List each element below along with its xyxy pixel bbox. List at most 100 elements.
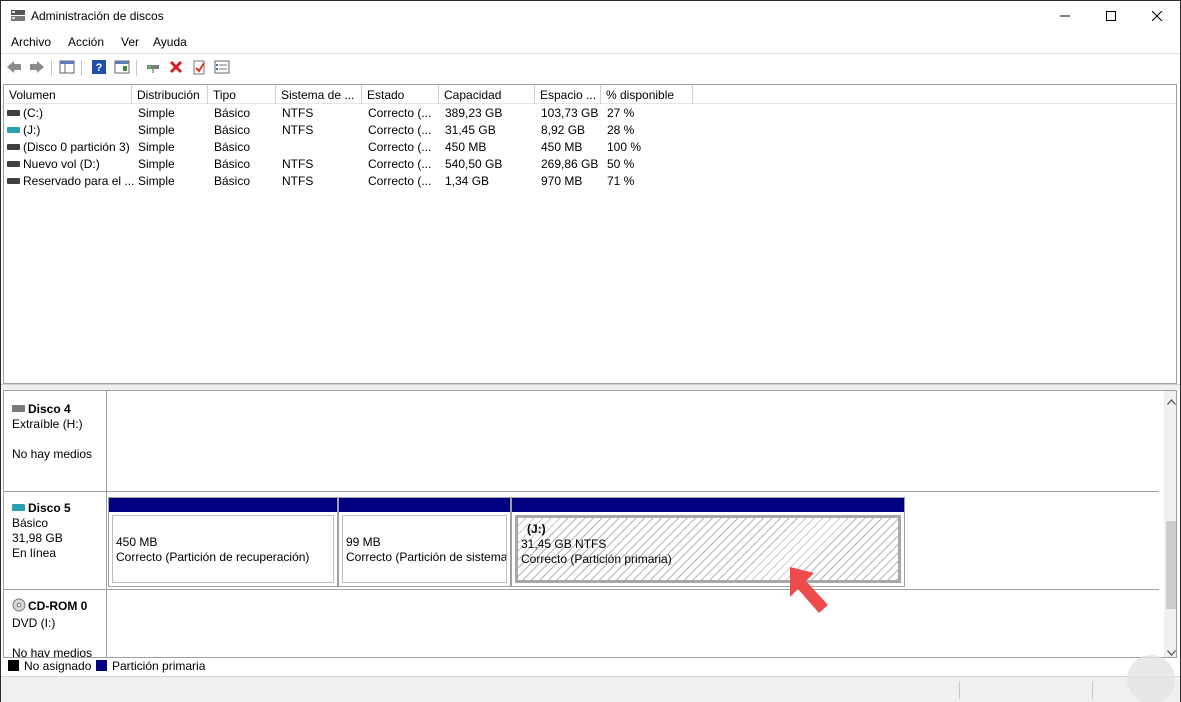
volume-capacity: 389,23 GB xyxy=(445,106,503,120)
partition-body: 450 MB Correcto (Partición de recuperaci… xyxy=(112,515,334,583)
volume-free: 970 MB xyxy=(541,174,583,188)
svg-text:?: ? xyxy=(96,62,103,74)
title-bar: Administración de discos xyxy=(0,0,1181,31)
menu-archivo[interactable]: Archivo xyxy=(11,35,51,49)
volume-layout: Simple xyxy=(138,106,175,120)
volume-free: 269,86 GB xyxy=(541,157,599,171)
column-header-tipo[interactable]: Tipo xyxy=(208,85,276,104)
cdrom-label[interactable]: CD-ROM 0 DVD (I:) No hay medios xyxy=(4,590,107,657)
removable-disk-icon xyxy=(12,405,25,412)
partition-size: 31,45 GB NTFS xyxy=(521,537,607,551)
column-header-estado[interactable]: Estado xyxy=(362,85,439,104)
forward-icon xyxy=(30,61,44,73)
disk4-type: Extraíble (H:) xyxy=(12,417,83,431)
maximize-button[interactable] xyxy=(1088,1,1134,31)
partition-system[interactable]: 99 MB Correcto (Partición de sistema xyxy=(338,497,511,587)
status-divider xyxy=(1092,681,1093,699)
legend-swatch-primary xyxy=(96,660,107,671)
removable-disk-icon xyxy=(12,504,25,511)
partition-title: (J:) xyxy=(527,522,546,536)
partition-status: Correcto (Partición de sistema xyxy=(346,550,507,564)
volume-layout: Simple xyxy=(138,140,175,154)
disk-pane-scrollbar[interactable] xyxy=(1164,391,1176,657)
column-header-capacidad[interactable]: Capacidad xyxy=(439,85,535,104)
partition-recovery[interactable]: 450 MB Correcto (Partición de recuperaci… xyxy=(108,497,338,587)
volume-row[interactable]: Nuevo vol (D:) Simple Básico NTFS Correc… xyxy=(4,156,704,173)
scroll-up-arrow-icon[interactable] xyxy=(1167,394,1176,408)
menu-ver[interactable]: Ver xyxy=(121,35,139,49)
disk5-size: 31,98 GB xyxy=(12,531,63,545)
check-button[interactable] xyxy=(190,58,208,76)
disk5-label[interactable]: Disco 5 Básico 31,98 GB En línea xyxy=(4,492,107,589)
cdrom-type: DVD (I:) xyxy=(12,616,56,630)
disk5-type: Básico xyxy=(12,516,49,530)
disk5-status: En línea xyxy=(12,546,57,560)
column-header-volumen[interactable]: Volumen xyxy=(4,85,132,104)
annotation-arrow-icon xyxy=(790,567,828,613)
volume-list[interactable]: Volumen Distribución Tipo Sistema de ...… xyxy=(3,84,1177,384)
back-button[interactable] xyxy=(5,58,23,76)
volume-free: 450 MB xyxy=(541,140,583,154)
drive-icon xyxy=(7,178,20,184)
partition-primary-j[interactable]: (J:) 31,45 GB NTFS Correcto (Partición p… xyxy=(511,497,905,587)
volume-fs: NTFS xyxy=(282,123,314,137)
cdrom-name: CD-ROM 0 xyxy=(28,599,88,613)
window-title: Administración de discos xyxy=(31,9,164,23)
partition-bar xyxy=(109,498,337,512)
volume-name: Reservado para el ... xyxy=(23,174,135,188)
partition-size: 99 MB xyxy=(346,535,381,549)
column-header-distribucion[interactable]: Distribución xyxy=(132,85,208,104)
volume-status: Correcto (... xyxy=(368,123,432,137)
volume-row[interactable]: (Disco 0 partición 3) Simple Básico Corr… xyxy=(4,139,704,156)
scroll-down-arrow-icon[interactable] xyxy=(1167,645,1176,657)
minimize-button[interactable] xyxy=(1042,1,1088,31)
partition-title xyxy=(346,520,503,535)
toolbar-separator xyxy=(136,60,137,76)
connect-button[interactable] xyxy=(144,58,162,76)
volume-row[interactable]: Reservado para el ... Simple Básico NTFS… xyxy=(4,173,704,190)
volume-row[interactable]: (J:) Simple Básico NTFS Correcto (... 31… xyxy=(4,122,704,139)
toolbar-separator xyxy=(51,60,52,76)
volume-status: Correcto (... xyxy=(368,157,432,171)
legend-primary: Partición primaria xyxy=(112,659,206,673)
volume-capacity: 31,45 GB xyxy=(445,123,496,137)
partition-status: Correcto (Partición primaria) xyxy=(521,552,672,566)
volume-type: Básico xyxy=(214,174,251,188)
forward-button[interactable] xyxy=(28,58,46,76)
show-hide-tree-button[interactable] xyxy=(58,58,76,76)
back-icon xyxy=(7,61,21,73)
scroll-thumb[interactable] xyxy=(1166,521,1176,609)
disk-map-pane: Disco 4 Extraíble (H:) No hay medios Dis… xyxy=(3,390,1177,658)
status-bar xyxy=(0,676,1181,702)
volume-row[interactable]: (C:) Simple Básico NTFS Correcto (... 38… xyxy=(4,105,704,122)
partition-body: 99 MB Correcto (Partición de sistema xyxy=(342,515,507,583)
properties-button[interactable] xyxy=(113,58,131,76)
volume-layout: Simple xyxy=(138,123,175,137)
volume-layout: Simple xyxy=(138,157,175,171)
menu-accion[interactable]: Acción xyxy=(68,35,104,49)
menu-ayuda[interactable]: Ayuda xyxy=(153,35,187,49)
close-icon xyxy=(1152,11,1162,21)
watermark-logo xyxy=(1127,655,1175,702)
column-header-sistema-archivos[interactable]: Sistema de ... xyxy=(276,85,362,104)
volume-type: Básico xyxy=(214,140,251,154)
volume-type: Básico xyxy=(214,157,251,171)
disk-management-app-icon xyxy=(10,9,26,23)
partition-bar xyxy=(339,498,510,512)
delete-button[interactable] xyxy=(167,58,185,76)
help-button[interactable]: ? xyxy=(90,58,108,76)
volume-list-header: Volumen Distribución Tipo Sistema de ...… xyxy=(4,85,1176,104)
properties-icon xyxy=(114,60,130,74)
close-button[interactable] xyxy=(1134,1,1180,31)
partition-body-selected: (J:) 31,45 GB NTFS Correcto (Partición p… xyxy=(515,515,901,583)
maximize-icon xyxy=(1106,11,1116,21)
column-header-porcentaje[interactable]: % disponible xyxy=(601,85,693,104)
volume-capacity: 540,50 GB xyxy=(445,157,503,171)
disk4-label[interactable]: Disco 4 Extraíble (H:) No hay medios xyxy=(4,391,107,491)
list-icon xyxy=(214,60,230,74)
list-button[interactable] xyxy=(213,58,231,76)
column-header-espacio[interactable]: Espacio ... xyxy=(535,85,601,104)
drive-icon xyxy=(7,110,20,116)
volume-type: Básico xyxy=(214,123,251,137)
window-frame-left xyxy=(0,31,1,702)
